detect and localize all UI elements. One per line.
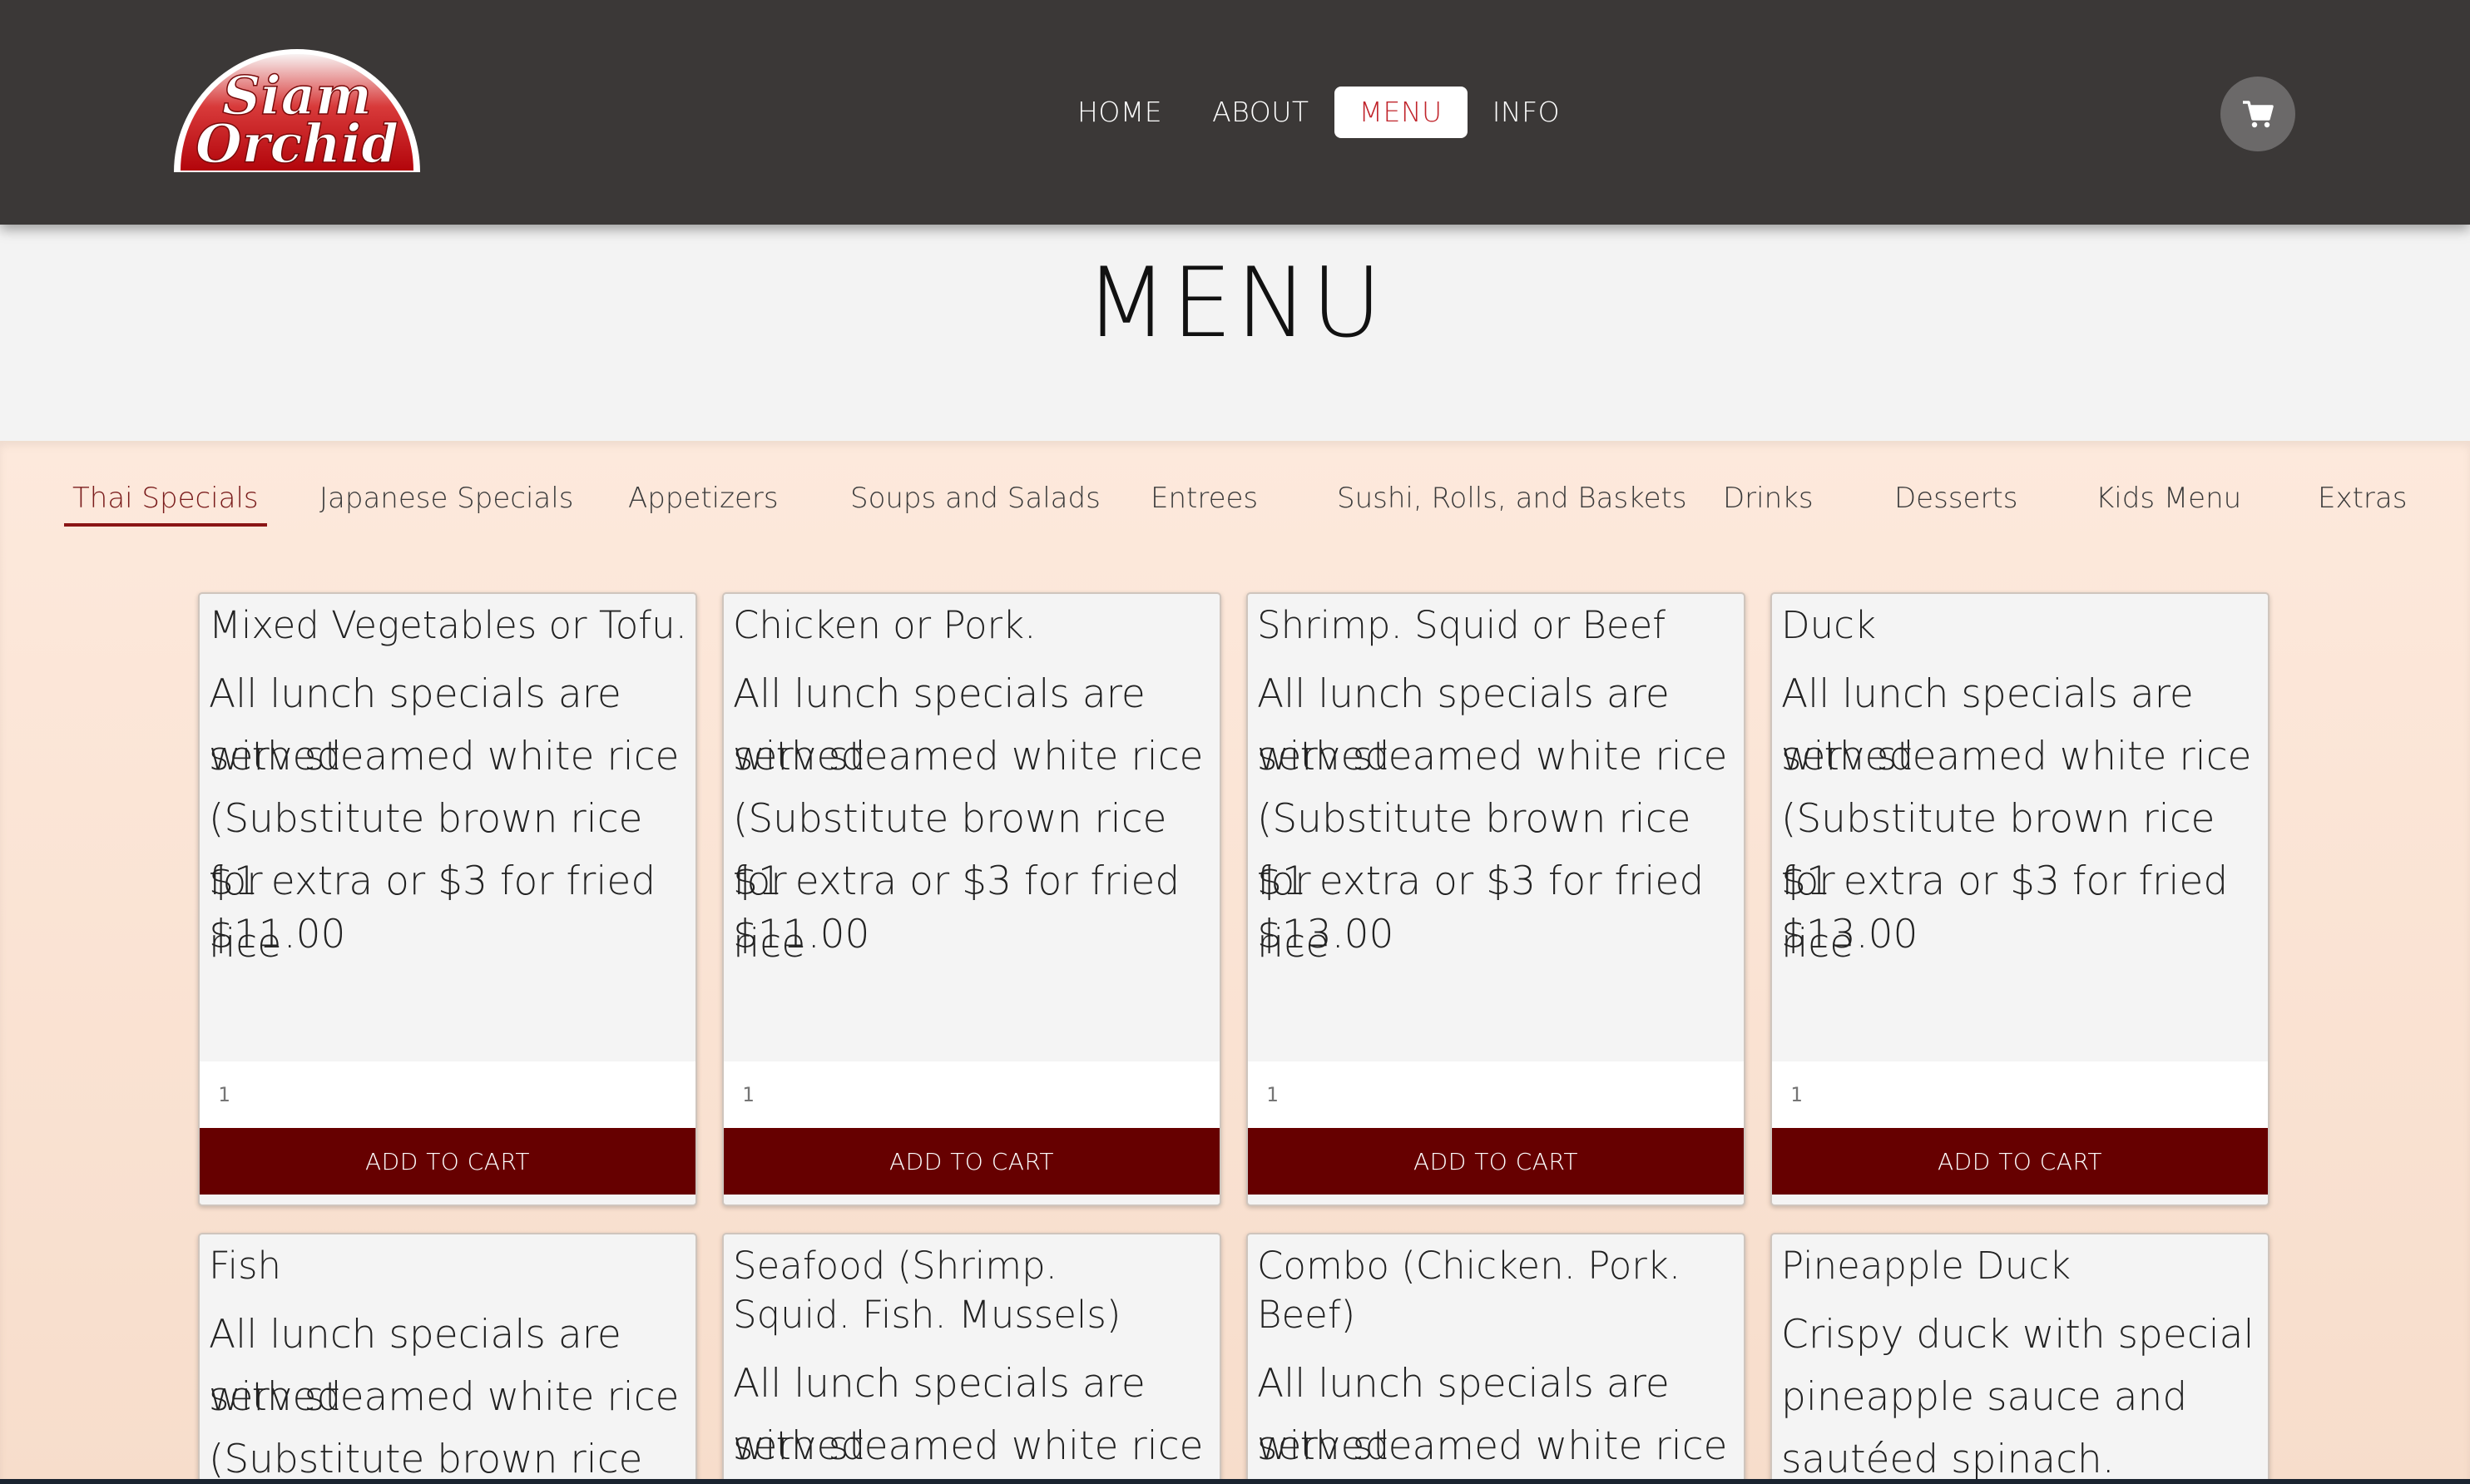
item-name: Duck	[1781, 603, 1876, 647]
item-description-line: with steamed white rice	[209, 1374, 680, 1420]
item-description-line: Crispy duck with special	[1781, 1312, 2255, 1358]
tab-drinks[interactable]: Drinks	[1723, 470, 1814, 527]
item-price: $11.00	[209, 912, 346, 957]
nav-home[interactable]: HOME	[1052, 87, 1187, 138]
quantity-input[interactable]	[200, 1061, 695, 1128]
item-description-line: pineapple sauce and	[1781, 1374, 2188, 1420]
logo-text-orchid: Orchid	[196, 113, 398, 175]
quantity-input[interactable]	[724, 1061, 1220, 1128]
menu-item-card: Fish All lunch specials are served with …	[198, 1233, 697, 1484]
item-description-line: with steamed white rice	[733, 734, 1204, 779]
item-description-line: with steamed white rice	[1257, 734, 1728, 779]
item-description-line: with steamed white rice	[209, 734, 680, 779]
tab-kids-menu[interactable]: Kids Menu	[2096, 470, 2241, 527]
window-bottom-edge	[0, 1479, 2470, 1484]
item-name: Pineapple Duck	[1781, 1244, 2072, 1288]
item-price: $11.00	[733, 912, 870, 957]
quantity-input[interactable]	[1248, 1061, 1744, 1128]
nav-about[interactable]: ABOUT	[1187, 87, 1334, 138]
tab-japanese-specials[interactable]: Japanese Specials	[319, 470, 573, 527]
item-name: Shrimp. Squid or Beef	[1257, 603, 1666, 647]
tab-extras[interactable]: Extras	[2318, 470, 2407, 527]
item-description-line: with steamed white rice	[1257, 1423, 1728, 1469]
tab-entrees[interactable]: Entrees	[1151, 470, 1258, 527]
add-to-cart-button[interactable]: ADD TO CART	[724, 1128, 1220, 1195]
item-description-line: sautéed spinach.	[1781, 1437, 2115, 1482]
nav-info[interactable]: INFO	[1468, 87, 1585, 138]
menu-item-card: Mixed Vegetables or Tofu. All lunch spec…	[198, 592, 697, 1206]
add-to-cart-button[interactable]: ADD TO CART	[1248, 1128, 1744, 1195]
category-tabs: Thai Specials Japanese Specials Appetize…	[0, 470, 2470, 528]
menu-item-card: Combo (Chicken. Pork. Beef) All lunch sp…	[1246, 1233, 1745, 1484]
item-price: $13.00	[1257, 912, 1394, 957]
page-title: MENU	[1084, 247, 1386, 359]
cart-button[interactable]	[2220, 77, 2295, 151]
item-name: Fish	[209, 1244, 282, 1288]
menu-item-card: Duck All lunch specials are served with …	[1770, 592, 2270, 1206]
main-nav: HOME ABOUT MENU INFO	[1052, 87, 1585, 138]
menu-item-card: Pineapple Duck Crispy duck with special …	[1770, 1233, 2270, 1484]
tab-soups-and-salads[interactable]: Soups and Salads	[850, 470, 1101, 527]
tab-appetizers[interactable]: Appetizers	[628, 470, 779, 527]
tab-sushi-rolls-baskets[interactable]: Sushi, Rolls, and Baskets	[1337, 470, 1687, 527]
tab-thai-specials[interactable]: Thai Specials	[64, 470, 267, 527]
item-name: Combo (Chicken. Pork. Beef)	[1257, 1244, 1681, 1337]
tab-desserts[interactable]: Desserts	[1894, 470, 2017, 527]
add-to-cart-button[interactable]: ADD TO CART	[1772, 1128, 2268, 1195]
menu-item-card: Seafood (Shrimp. Squid. Fish. Mussels) A…	[722, 1233, 1221, 1484]
menu-item-card: Shrimp. Squid or Beef All lunch specials…	[1246, 592, 1745, 1206]
item-description-line: with steamed white rice	[1781, 734, 2252, 779]
quantity-input[interactable]	[1772, 1061, 2268, 1128]
shopping-cart-icon	[2243, 101, 2274, 128]
add-to-cart-button[interactable]: ADD TO CART	[200, 1128, 695, 1195]
siam-orchid-logo[interactable]: Siam Orchid	[171, 46, 424, 176]
menu-item-card: Chicken or Pork. All lunch specials are …	[722, 592, 1221, 1206]
item-price: $13.00	[1781, 912, 1918, 957]
item-name: Seafood (Shrimp. Squid. Fish. Mussels)	[733, 1244, 1121, 1337]
item-description-line: (Substitute brown rice for	[209, 1437, 643, 1482]
top-navbar: Siam Orchid HOME ABOUT MENU INFO	[0, 0, 2470, 225]
item-name: Mixed Vegetables or Tofu.	[209, 603, 687, 647]
item-description-line: with steamed white rice	[733, 1423, 1204, 1469]
item-name: Chicken or Pork.	[733, 603, 1037, 647]
nav-menu[interactable]: MENU	[1334, 87, 1468, 138]
